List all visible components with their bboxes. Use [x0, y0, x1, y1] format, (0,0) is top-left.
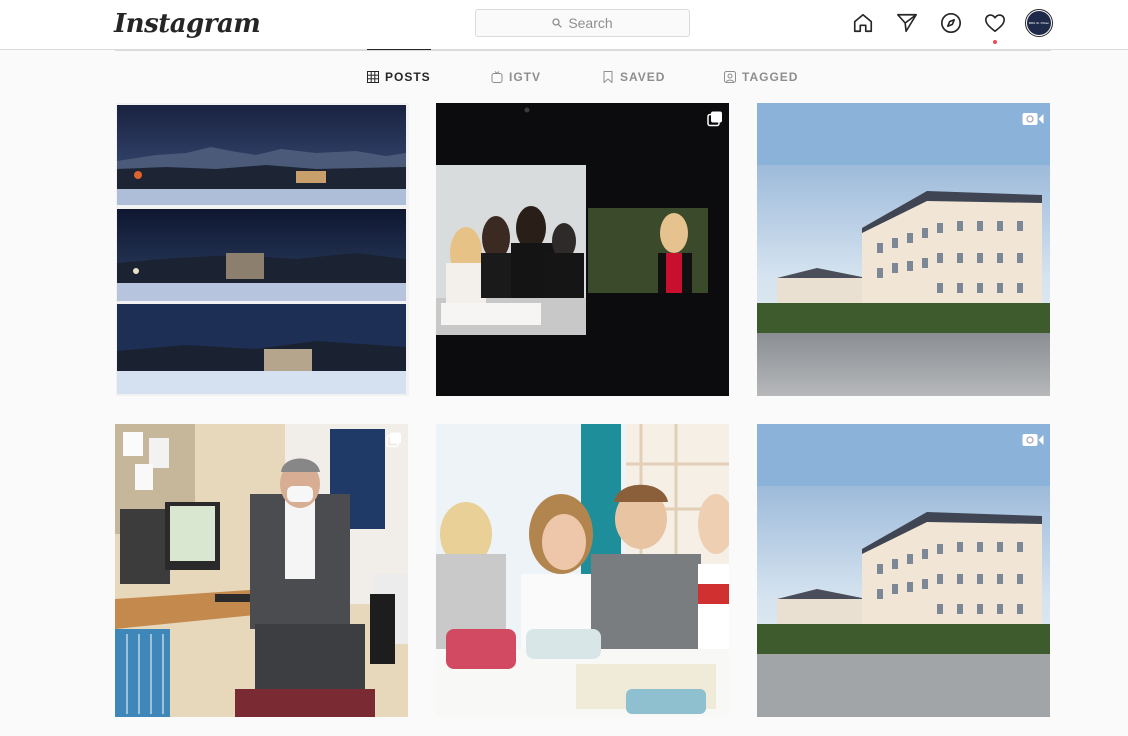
grid-icon — [367, 71, 379, 83]
post-thumbnail[interactable] — [757, 103, 1050, 396]
video-icon — [1022, 434, 1044, 446]
top-navigation-bar: Instagram Search BRG St. Pölten — [0, 0, 1128, 50]
home-icon[interactable] — [851, 11, 875, 35]
activity-heart-icon[interactable] — [983, 11, 1007, 35]
tab-label: TAGGED — [742, 70, 799, 84]
post-image-students-studying — [436, 424, 729, 717]
post-thumbnail[interactable] — [116, 103, 409, 396]
search-box[interactable]: Search — [475, 9, 690, 37]
explore-compass-icon[interactable] — [939, 11, 963, 35]
tab-label: SAVED — [620, 70, 666, 84]
tab-igtv[interactable]: IGTV — [491, 70, 541, 84]
search-icon — [552, 18, 563, 28]
post-image-video-conference — [436, 103, 729, 396]
post-thumbnail[interactable] — [757, 424, 1050, 717]
post-image-school-building — [757, 103, 1050, 396]
tag-user-icon — [724, 71, 736, 83]
tab-label: POSTS — [385, 70, 431, 84]
profile-avatar[interactable]: BRG St. Pölten — [1025, 9, 1053, 37]
direct-message-icon[interactable] — [895, 11, 919, 35]
tabs-divider — [115, 50, 1051, 51]
tab-label: IGTV — [509, 70, 542, 84]
post-thumbnail[interactable] — [115, 424, 408, 717]
carousel-icon — [707, 111, 722, 127]
tab-saved[interactable]: SAVED — [602, 70, 665, 84]
post-thumbnail[interactable] — [436, 424, 729, 717]
bookmark-icon — [603, 71, 613, 83]
video-icon — [1022, 113, 1044, 125]
search-placeholder: Search — [568, 15, 613, 31]
post-thumbnail[interactable] — [436, 103, 729, 396]
avatar-text: BRG St. Pölten — [1028, 21, 1050, 25]
post-image-school-building — [757, 424, 1050, 717]
post-image-night-landscape-collage — [116, 103, 409, 396]
notification-dot — [993, 40, 997, 44]
tab-posts[interactable]: POSTS — [367, 70, 431, 84]
carousel-icon — [386, 432, 401, 448]
avatar-logo: BRG St. Pölten — [1027, 11, 1051, 35]
active-tab-indicator — [367, 49, 431, 50]
instagram-logo[interactable]: Instagram — [114, 9, 261, 39]
tab-tagged[interactable]: TAGGED — [724, 70, 798, 84]
post-image-man-at-desk — [115, 424, 408, 717]
igtv-icon — [491, 71, 503, 83]
